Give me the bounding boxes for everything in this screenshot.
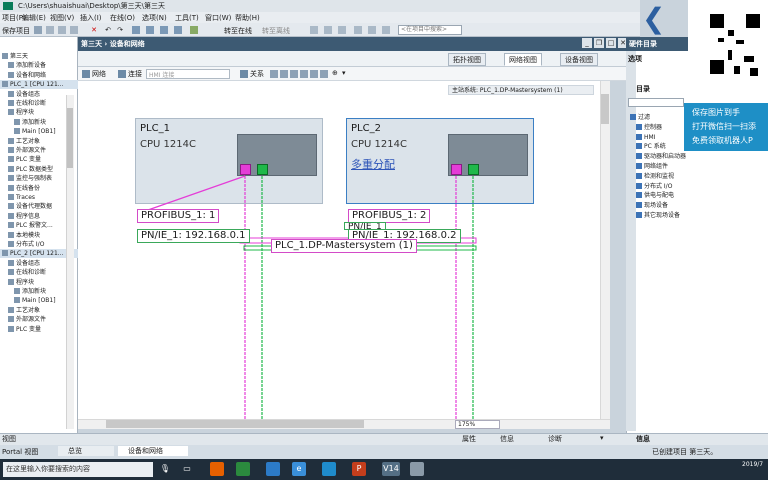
catalog-item-label: 分布式 I/O: [644, 182, 673, 190]
catalog-heading[interactable]: 目录: [636, 84, 686, 94]
inspector-collapse-icon[interactable]: ▾: [600, 434, 604, 442]
catalog-item-label: PC 系统: [644, 143, 666, 151]
edge-icon[interactable]: e: [292, 462, 306, 476]
catalog-item[interactable]: PC 系统: [630, 142, 666, 151]
mail-icon[interactable]: [322, 462, 336, 476]
task-card-sidebar[interactable]: [626, 51, 636, 431]
tab-info[interactable]: 信息: [500, 434, 514, 444]
portal-view-button[interactable]: Portal 视图: [2, 447, 38, 457]
catalog-item-label: 现场设备: [644, 202, 669, 210]
folder-icon: [636, 143, 642, 150]
catalog-filter[interactable]: 过滤: [630, 113, 650, 122]
qr-code-overlay: [688, 0, 768, 102]
canvas-vertical-scrollbar[interactable]: [600, 81, 610, 419]
catalog-item[interactable]: HMI: [630, 133, 655, 142]
catalog-item-label: 过滤: [638, 114, 651, 121]
plc-2-profibus-address[interactable]: PROFIBUS_1: 2: [348, 209, 431, 223]
qr-module: [734, 66, 740, 74]
qr-module: [728, 50, 732, 60]
plc-1-pnie-address[interactable]: PN/IE_1: 192.168.0.1: [137, 229, 250, 243]
catalog-item-label: 网络组件: [644, 163, 669, 170]
qr-finder-top-right: [746, 14, 760, 28]
status-message: 已创建项目 第三天。: [652, 448, 718, 456]
folder-icon: [636, 163, 642, 169]
tab-properties[interactable]: 属性: [462, 434, 476, 444]
overview-tab[interactable]: 总览: [58, 446, 114, 456]
green-app-icon[interactable]: [236, 462, 250, 476]
qr-module: [718, 38, 724, 42]
folder-icon: [636, 133, 642, 140]
folder-icon: [630, 114, 636, 120]
canvas-horizontal-scroll-thumb[interactable]: [106, 420, 364, 428]
inspector-tab-bar: [0, 433, 768, 445]
folder-icon: [636, 172, 642, 179]
qr-module: [728, 30, 734, 36]
qr-module: [744, 56, 754, 62]
plc-1-profibus-leader: [147, 175, 246, 211]
powerpoint-icon[interactable]: P: [352, 462, 366, 476]
windows-taskbar: 在这里输入你要搜索的内容 🎙 ▭ e P V14: [0, 459, 768, 480]
catalog-item[interactable]: 网络组件: [630, 162, 668, 171]
promo-banner: 保存图片到手 打开微信扫一扫添 免费领取机器人P: [684, 103, 768, 151]
file-explorer-icon[interactable]: [266, 462, 280, 476]
folder-icon: [636, 123, 642, 130]
tia-portal-taskbar-icon[interactable]: V14: [382, 462, 400, 476]
catalog-item[interactable]: 检测和监视: [630, 172, 674, 181]
catalog-item[interactable]: 现场设备: [630, 201, 668, 210]
info-heading[interactable]: 信息: [636, 434, 650, 444]
catalog-item-label: 其它现场设备: [644, 212, 681, 219]
taskbar-search-input[interactable]: 在这里输入你要搜索的内容: [3, 462, 153, 477]
catalog-search-input[interactable]: [628, 98, 684, 107]
devices-networks-tab[interactable]: 设备和网络: [118, 446, 188, 456]
hardware-catalog-title: 硬件目录: [629, 40, 657, 48]
project-tree-footer-label: 视图: [2, 435, 16, 443]
qr-finder-top-left: [710, 14, 724, 28]
promo-line-1: 保存图片到手: [692, 108, 740, 117]
plc-1-profibus-address[interactable]: PROFIBUS_1: 1: [137, 209, 220, 223]
status-bar: Portal 视图 总览 设备和网络 已创建项目 第三天。: [0, 445, 768, 459]
qr-finder-bottom-left: [710, 60, 724, 74]
catalog-item[interactable]: 供电与配电: [630, 191, 674, 200]
catalog-item[interactable]: 分布式 I/O: [630, 182, 672, 191]
taskbar-clock: 2019/7: [742, 461, 764, 468]
chevron-left-icon: ❮: [642, 2, 666, 35]
promo-line-2: 打开微信扫一扫添: [692, 122, 756, 131]
promo-line-3: 免费领取机器人P: [692, 136, 753, 145]
folder-icon: [636, 182, 642, 189]
folder-icon: [636, 192, 642, 199]
catalog-item-label: 驱动器和启动器: [644, 153, 687, 161]
catalog-item-label: 供电与配电: [644, 192, 675, 200]
firefox-icon[interactable]: [210, 462, 224, 476]
catalog-item-label: 检测和监视: [644, 172, 675, 180]
catalog-item[interactable]: 控制器: [630, 123, 662, 132]
dp-mastersystem-label[interactable]: PLC_1.DP-Mastersystem (1): [271, 239, 417, 253]
catalog-item-label: 控制器: [644, 123, 663, 131]
tab-diagnostics[interactable]: 诊断: [548, 434, 562, 444]
catalog-item[interactable]: 其它现场设备: [630, 211, 680, 220]
catalog-item-label: HMI: [644, 133, 656, 141]
task-view-icon[interactable]: ▭: [180, 462, 194, 476]
options-heading[interactable]: 选项: [628, 54, 642, 64]
zoom-select[interactable]: 175%: [455, 420, 500, 429]
qr-module: [736, 40, 744, 44]
tia-portal-window: C:\Users\shuaishuai\Desktop\第三天\第三天 项目(P…: [0, 0, 768, 480]
canvas-vertical-scroll-thumb[interactable]: [601, 94, 609, 124]
folder-icon: [636, 153, 642, 160]
catalog-item[interactable]: 驱动器和启动器: [630, 152, 686, 161]
microphone-icon[interactable]: 🎙: [158, 462, 172, 476]
app-icon[interactable]: [410, 462, 424, 476]
folder-icon: [636, 202, 642, 209]
qr-module: [750, 68, 758, 76]
folder-icon: [636, 212, 642, 218]
